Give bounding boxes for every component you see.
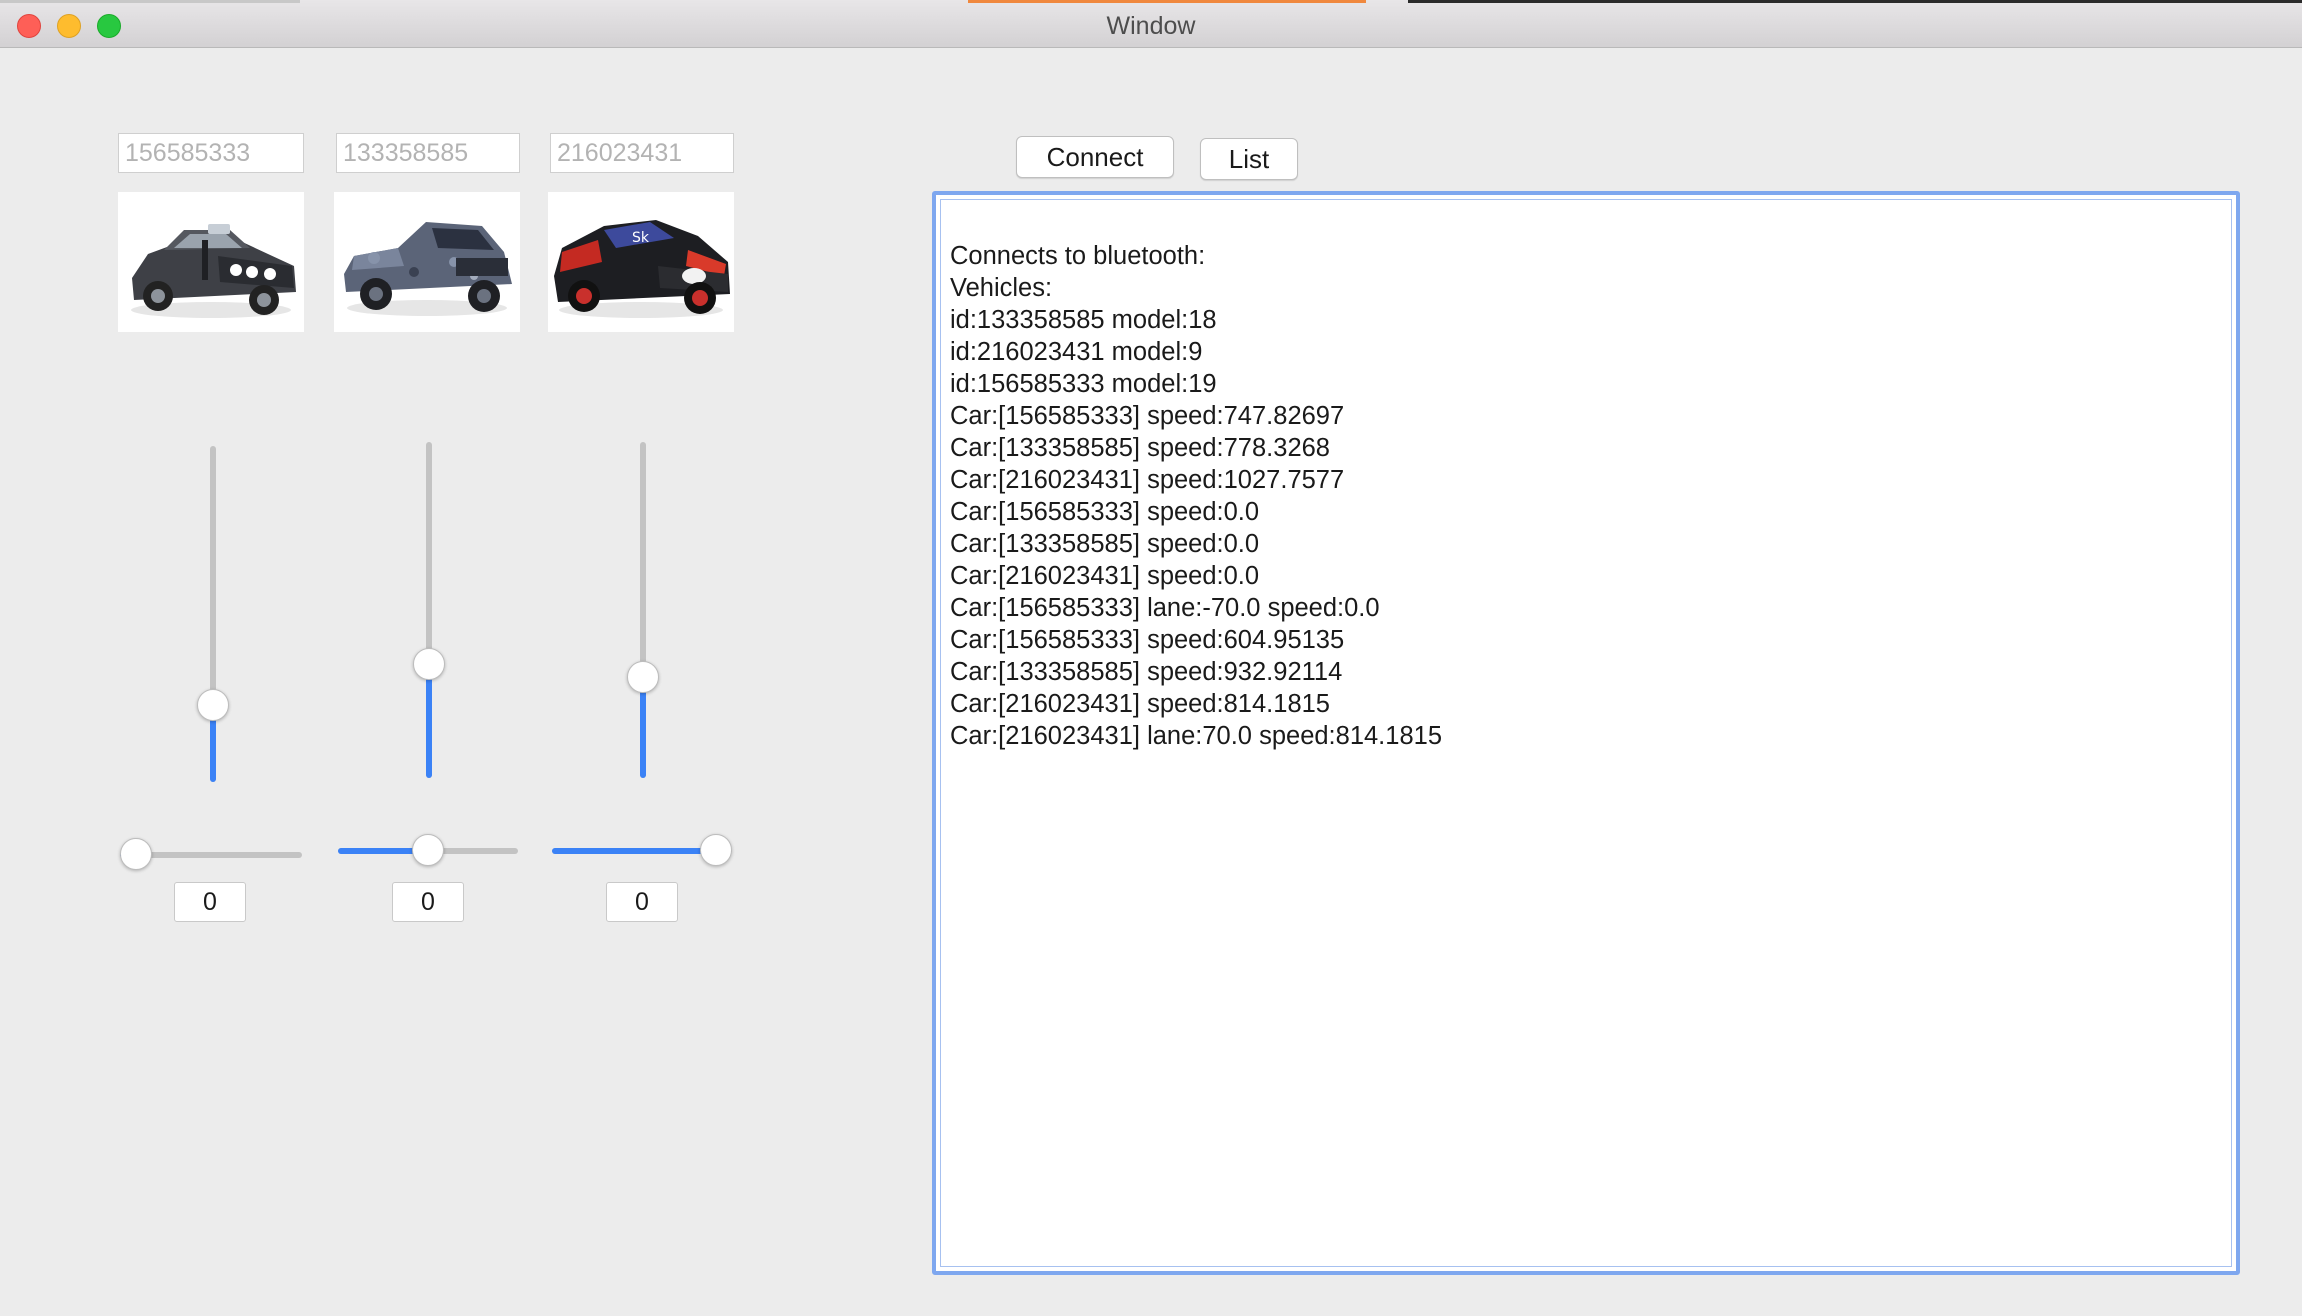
speed-slider-knob-3[interactable]: [627, 661, 659, 694]
log-line: id:156585333 model:19: [950, 370, 1217, 398]
vehicle-id-field-1[interactable]: 156585333: [118, 133, 304, 173]
lane-slider-3[interactable]: [552, 834, 736, 868]
log-line: Car:[156585333] speed:0.0: [950, 498, 1260, 526]
speed-slider-knob-2[interactable]: [413, 647, 445, 680]
speed-slider-3[interactable]: [622, 442, 662, 778]
log-content[interactable]: Connects to bluetooth: Vehicles: id:133358…: [940, 199, 2232, 1267]
log-line: Car:[156585333] speed:604.95135: [950, 626, 1345, 654]
speed-slider-fill-2: [426, 663, 432, 778]
log-line: Connects to bluetooth:: [950, 242, 1206, 270]
vehicle-image-2: [334, 192, 520, 332]
lane-slider-2[interactable]: [338, 834, 518, 868]
log-line: id:216023431 model:9: [950, 338, 1203, 366]
log-line: Car:[216023431] speed:1027.7577: [950, 466, 1345, 494]
lane-slider-1[interactable]: [120, 838, 306, 872]
log-text-area[interactable]: Connects to bluetooth: Vehicles: id:133358…: [932, 191, 2240, 1275]
muscle-car-icon: [131, 224, 296, 318]
speed-slider-2[interactable]: [408, 442, 448, 778]
lane-slider-fill-3: [552, 848, 716, 854]
title-bar[interactable]: Window: [0, 0, 2302, 48]
speed-slider-1[interactable]: [192, 446, 232, 782]
vehicle-id-field-3[interactable]: 216023431: [550, 133, 734, 173]
app-window: Window 156585333 133358585 216023431 Sk …: [0, 0, 2302, 1316]
log-line: Car:[216023431] speed:0.0: [950, 562, 1260, 590]
log-line: Car:[156585333] lane:-70.0 speed:0.0: [950, 594, 1380, 622]
value-field-1[interactable]: 0: [174, 882, 246, 922]
lane-slider-knob-1[interactable]: [120, 838, 152, 870]
vehicle-image-3: Sk: [548, 192, 734, 332]
speed-slider-knob-1[interactable]: [197, 688, 229, 721]
log-line: Car:[216023431] lane:70.0 speed:814.1815: [950, 722, 1442, 750]
list-button[interactable]: List: [1200, 138, 1298, 180]
lane-slider-knob-3[interactable]: [700, 834, 732, 866]
log-line: id:133358585 model:18: [950, 306, 1217, 334]
window-title: Window: [1106, 12, 1196, 40]
log-line: Car:[133358585] speed:778.3268: [950, 434, 1330, 462]
log-line: Car:[133358585] speed:0.0: [950, 530, 1260, 558]
log-line: Car:[216023431] speed:814.1815: [950, 690, 1330, 718]
log-line: Vehicles:: [950, 274, 1053, 302]
log-line: Car:[133358585] speed:932.92114: [950, 658, 1343, 686]
pickup-truck-icon: [344, 222, 512, 316]
sports-car-icon: Sk: [554, 220, 730, 318]
value-field-3[interactable]: 0: [606, 882, 678, 922]
connect-button[interactable]: Connect: [1016, 136, 1174, 178]
lane-slider-knob-2[interactable]: [412, 834, 444, 866]
value-field-2[interactable]: 0: [392, 882, 464, 922]
svg-text:Sk: Sk: [632, 230, 650, 246]
vehicle-image-1: [118, 192, 304, 332]
vehicle-id-field-2[interactable]: 133358585: [336, 133, 520, 173]
log-line: Car:[156585333] speed:747.82697: [950, 402, 1345, 430]
